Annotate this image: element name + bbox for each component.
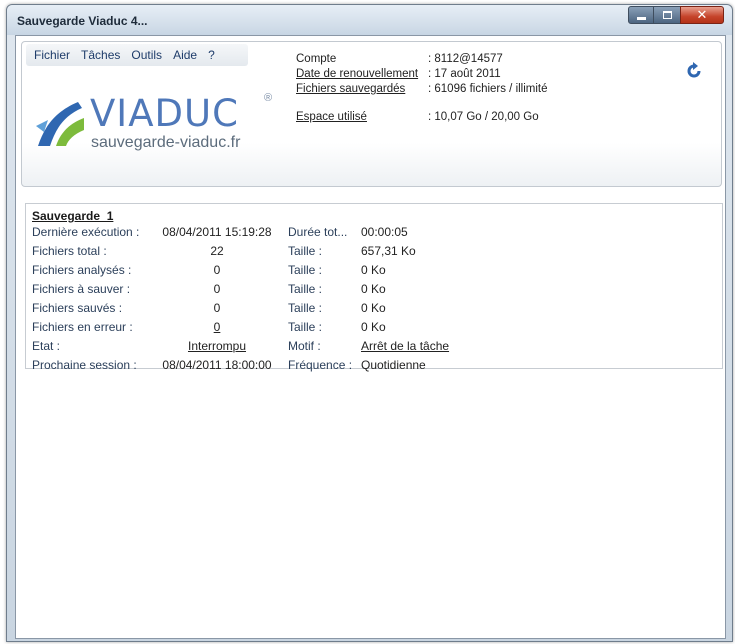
fichiers-total-value: 22 [210, 244, 224, 258]
task-row: Fichiers sauvés : 0 Taille : 0 Ko [26, 301, 722, 319]
maximize-icon [662, 11, 672, 19]
window-controls: ✕ [628, 6, 724, 24]
taille-a-sauver-label: Taille : [288, 282, 323, 296]
fichiers-sauvegardes-value: : 61096 fichiers / illimité [428, 83, 548, 95]
fichiers-analyses-value: 0 [213, 263, 221, 277]
taille-total-label: Taille : [288, 244, 323, 258]
refresh-button[interactable] [685, 62, 703, 80]
viaduc-logo: VIADUC ® sauvegarde-viaduc.fr [34, 92, 274, 164]
compte-label: Compte [296, 53, 337, 65]
taille-sauves-value: 0 Ko [361, 301, 386, 315]
client-area: Fichier Tâches Outils Aide ? VIADUC ® sa… [15, 35, 726, 639]
viaduc-logo-mark [36, 102, 84, 146]
minimize-icon [636, 16, 646, 20]
menu-aide[interactable]: Aide [173, 48, 197, 62]
taille-sauves-label: Taille : [288, 301, 323, 315]
task-row: Etat : Interrompu Motif : Arrêt de la tâ… [26, 339, 722, 357]
window-title: Sauvegarde Viaduc 4... [17, 14, 148, 28]
account-row-compte: Compte : 8112@14577 [296, 53, 596, 68]
account-row-fichiers: Fichiers sauvegardés : 61096 fichiers / … [296, 83, 596, 98]
logo-url: sauvegarde-viaduc.fr [91, 134, 241, 151]
fichiers-sauvegardes-link[interactable]: Fichiers sauvegardés [296, 83, 405, 95]
taille-analyses-label: Taille : [288, 263, 323, 277]
task-panel: Sauvegarde_1 Dernière exécution : 08/04/… [25, 203, 723, 372]
taille-erreur-value: 0 Ko [361, 320, 386, 334]
minimize-button[interactable] [628, 6, 654, 24]
taille-erreur-label: Taille : [288, 320, 323, 334]
derniere-execution-label: Dernière exécution : [32, 225, 140, 239]
menu-fichier[interactable]: Fichier [34, 48, 70, 62]
header-panel: Fichier Tâches Outils Aide ? VIADUC ® sa… [21, 41, 722, 187]
task-row: Fichiers en erreur : 0 Taille : 0 Ko [26, 320, 722, 338]
maximize-button[interactable] [654, 6, 680, 24]
compte-value: : 8112@14577 [428, 53, 503, 65]
task-row: Dernière exécution : 08/04/2011 15:19:28… [26, 225, 722, 243]
close-button[interactable]: ✕ [680, 6, 724, 24]
duree-label: Durée tot... [288, 225, 348, 239]
fichiers-en-erreur-label: Fichiers en erreur : [32, 320, 133, 334]
taille-a-sauver-value: 0 Ko [361, 282, 386, 296]
taille-total-value: 657,31 Ko [361, 244, 416, 258]
fichiers-sauves-value: 0 [213, 301, 221, 315]
task-title[interactable]: Sauvegarde_1 [32, 209, 113, 223]
account-info: Compte : 8112@14577 Date de renouvelleme… [296, 53, 596, 126]
fichiers-total-label: Fichiers total : [32, 244, 107, 258]
espace-utilise-value: : 10,07 Go / 20,00 Go [428, 111, 539, 123]
close-icon: ✕ [696, 7, 708, 22]
espace-utilise-link[interactable]: Espace utilisé [296, 111, 367, 123]
account-row-espace: Espace utilisé : 10,07 Go / 20,00 Go [296, 111, 596, 126]
fichiers-a-sauver-label: Fichiers à sauver : [32, 282, 131, 296]
motif-label: Motif : [288, 339, 321, 353]
menu-bar: Fichier Tâches Outils Aide ? [26, 44, 248, 66]
derniere-execution-value: 08/04/2011 15:19:28 [162, 225, 272, 239]
task-row: Prochaine session : 08/04/2011 18:00:00 … [26, 358, 722, 376]
menu-help[interactable]: ? [208, 48, 215, 62]
task-row: Fichiers total : 22 Taille : 657,31 Ko [26, 244, 722, 262]
renouvellement-link[interactable]: Date de renouvellement [296, 68, 418, 80]
duree-value: 00:00:05 [361, 225, 408, 239]
etat-link[interactable]: Interrompu [161, 339, 273, 353]
app-window: Sauvegarde Viaduc 4... ✕ Fichier Tâches … [6, 4, 733, 642]
taille-analyses-value: 0 Ko [361, 263, 386, 277]
title-bar[interactable]: Sauvegarde Viaduc 4... ✕ [7, 5, 732, 35]
account-row-renouvellement: Date de renouvellement : 17 août 2011 [296, 68, 596, 83]
prochaine-session-value: 08/04/2011 18:00:00 [162, 358, 272, 372]
fichiers-analyses-label: Fichiers analysés : [32, 263, 132, 277]
fichiers-sauves-label: Fichiers sauvés : [32, 301, 123, 315]
frequence-label: Fréquence : [288, 358, 353, 372]
renouvellement-value: : 17 août 2011 [428, 68, 501, 80]
fichiers-a-sauver-value: 0 [213, 282, 221, 296]
fichiers-en-erreur-link[interactable]: 0 [161, 320, 273, 334]
menu-outils[interactable]: Outils [131, 48, 162, 62]
registered-mark: ® [264, 92, 273, 104]
menu-taches[interactable]: Tâches [81, 48, 120, 62]
logo-wordmark: VIADUC [90, 92, 239, 135]
task-row: Fichiers analysés : 0 Taille : 0 Ko [26, 263, 722, 281]
task-row: Fichiers à sauver : 0 Taille : 0 Ko [26, 282, 722, 300]
etat-label: Etat : [32, 339, 61, 353]
refresh-icon [687, 62, 701, 78]
motif-link[interactable]: Arrêt de la tâche [361, 339, 449, 353]
frequence-value: Quotidienne [361, 358, 426, 372]
prochaine-session-label: Prochaine session : [32, 358, 137, 372]
